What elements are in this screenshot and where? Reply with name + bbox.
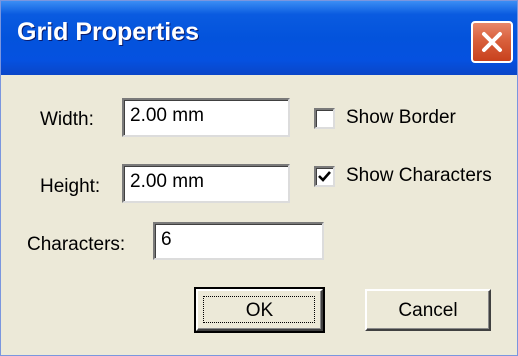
characters-label: Characters: (27, 234, 126, 255)
cancel-button[interactable]: Cancel (365, 289, 491, 331)
close-icon (482, 32, 502, 52)
characters-input[interactable]: 6 (153, 222, 324, 260)
close-button[interactable] (471, 21, 513, 63)
width-label: Width: (40, 109, 94, 130)
height-input[interactable]: 2.00 mm (122, 164, 290, 203)
width-input[interactable]: 2.00 mm (122, 98, 290, 137)
title-bar[interactable]: Grid Properties (1, 1, 517, 75)
show-border-label[interactable]: Show Border (346, 107, 456, 129)
dialog-title: Grid Properties (17, 18, 199, 46)
height-label: Height: (40, 176, 101, 197)
cancel-button-label: Cancel (398, 300, 458, 321)
show-border-checkbox[interactable] (314, 108, 335, 129)
grid-properties-dialog: Grid Properties Width: 2.00 mm Show Bord… (0, 0, 518, 356)
show-characters-label[interactable]: Show Characters (346, 165, 492, 187)
show-characters-checkbox[interactable] (314, 166, 335, 187)
ok-button[interactable]: OK (194, 287, 325, 333)
ok-button-label: OK (245, 300, 274, 321)
checkmark-icon (318, 171, 331, 182)
